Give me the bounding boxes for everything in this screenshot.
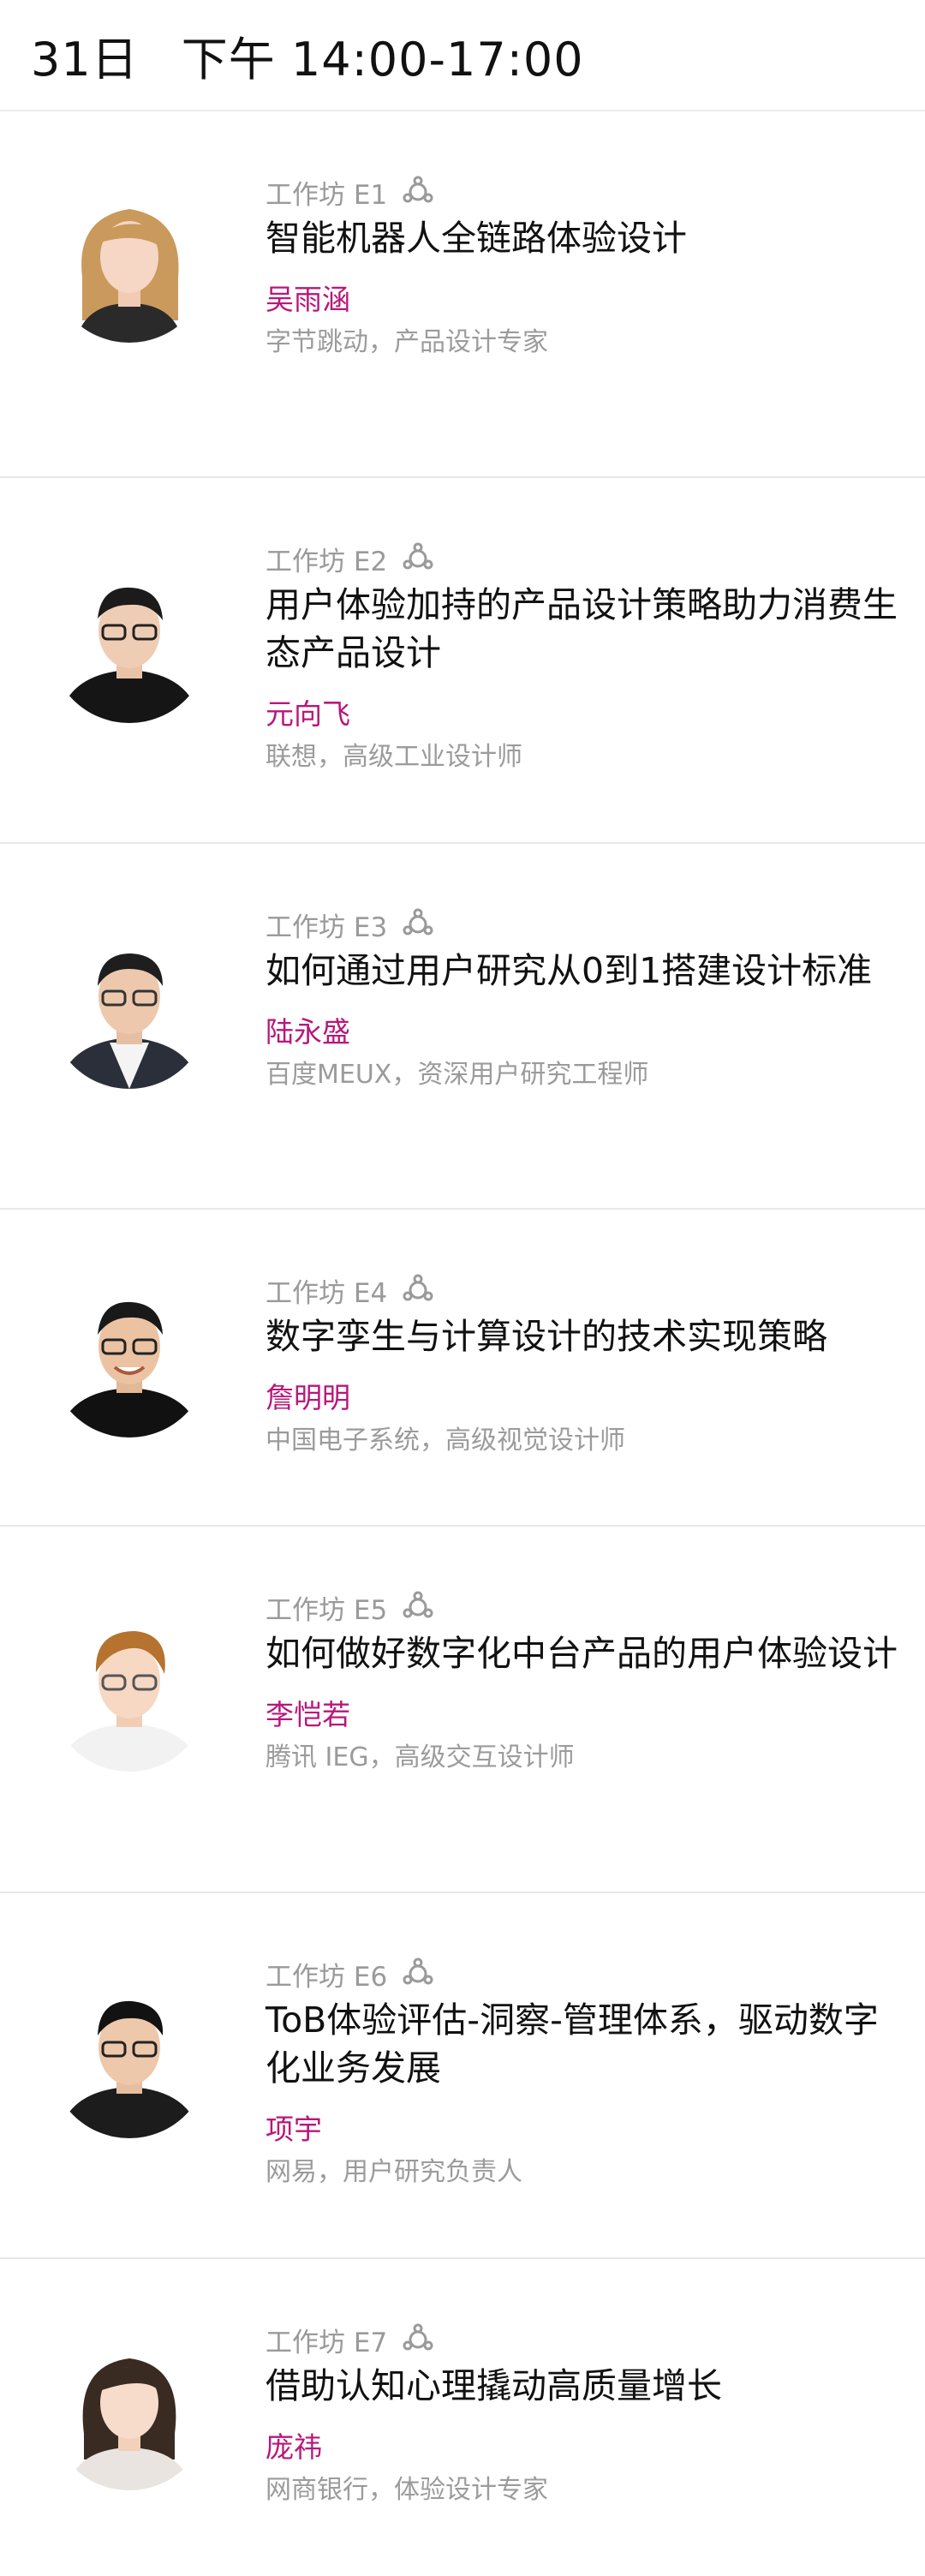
avatar [50, 929, 209, 1089]
session-tag: 工作坊 E7 [266, 2327, 388, 2358]
speaker-org: 字节跳动，产品设计专家 [266, 327, 548, 357]
speaker-org: 中国电子系统，高级视觉设计师 [266, 1425, 625, 1455]
session-title: 智能机器人全链路体验设计 [266, 218, 687, 259]
header-day: 31日 [31, 32, 139, 87]
avatar [50, 1612, 209, 1772]
speaker-org: 网易，用户研究负责人 [266, 2157, 522, 2187]
speaker-name[interactable]: 元向飞 [266, 696, 899, 733]
session-title: 数字孪生与计算设计的技术实现策略 [266, 1316, 827, 1357]
session-title: 如何通过用户研究从0到1搭建设计标准 [266, 950, 873, 991]
avatar [50, 1278, 209, 1437]
session-tag: 工作坊 E5 [266, 1594, 388, 1626]
session-tag: 工作坊 E4 [266, 1277, 388, 1309]
speaker-name[interactable]: 陆永盛 [266, 1013, 899, 1051]
session-card[interactable]: 工作坊 E3 如何通过用户研究从0到1搭建设计标准 陆永盛 百度MEUX，资深用… [0, 844, 925, 1210]
speaker-name[interactable]: 项宇 [266, 2111, 899, 2149]
speaker-org: 联想，高级工业设计师 [266, 742, 522, 772]
session-tag: 工作坊 E1 [266, 179, 388, 211]
session-card[interactable]: 工作坊 E1 智能机器人全链路体验设计 吴雨涵 字节跳动，产品设计专家 [0, 111, 925, 478]
speaker-name[interactable]: 詹明明 [266, 1379, 899, 1417]
workshop-icon [401, 1273, 435, 1307]
session-card[interactable]: 工作坊 E7 借助认知心理撬动高质量增长 庞祎 网商银行，体验设计专家 [0, 2259, 925, 2576]
speaker-name[interactable]: 庞祎 [266, 2429, 899, 2466]
session-tag: 工作坊 E3 [266, 911, 388, 943]
avatar [50, 564, 209, 723]
session-title: 用户体验加持的产品设计策略助力消费生态产品设计 [266, 584, 898, 673]
avatar [50, 2331, 209, 2490]
speaker-name[interactable]: 吴雨涵 [266, 281, 899, 319]
speaker-org: 百度MEUX，资深用户研究工程师 [266, 1060, 649, 1090]
session-title: ToB体验评估-洞察-管理体系，驱动数字化业务发展 [266, 1999, 879, 2089]
session-title: 如何做好数字化中台产品的用户体验设计 [266, 1633, 898, 1674]
workshop-icon [401, 1957, 435, 1991]
workshop-icon [401, 907, 435, 941]
workshop-icon [401, 2322, 435, 2357]
speaker-name[interactable]: 李恺若 [266, 1696, 899, 1734]
session-card[interactable]: 工作坊 E4 数字孪生与计算设计的技术实现策略 詹明明 中国电子系统，高级视觉设… [0, 1210, 925, 1527]
session-card[interactable]: 工作坊 E5 如何做好数字化中台产品的用户体验设计 李恺若 腾讯 IEG，高级交… [0, 1527, 925, 1893]
session-title: 借助认知心理撬动高质量增长 [266, 2365, 722, 2406]
header-time: 下午 14:00-17:00 [181, 32, 584, 87]
avatar [50, 1979, 209, 2138]
session-card[interactable]: 工作坊 E6 ToB体验评估-洞察-管理体系，驱动数字化业务发展 项宇 网易，用… [0, 1893, 925, 2259]
speaker-org: 网商银行，体验设计专家 [266, 2475, 548, 2505]
speaker-org: 腾讯 IEG，高级交互设计师 [266, 1742, 575, 1772]
workshop-icon [401, 541, 435, 576]
schedule-header: 31日 下午 14:00-17:00 [0, 0, 925, 111]
session-list: 工作坊 E1 智能机器人全链路体验设计 吴雨涵 字节跳动，产品设计专家 工作坊 … [0, 111, 925, 2576]
avatar [50, 183, 209, 343]
workshop-icon [401, 1590, 435, 1624]
workshop-icon [401, 175, 435, 209]
session-tag: 工作坊 E6 [266, 1961, 388, 1993]
session-tag: 工作坊 E2 [266, 546, 388, 577]
session-card[interactable]: 工作坊 E2 用户体验加持的产品设计策略助力消费生态产品设计 元向飞 联想，高级… [0, 478, 925, 844]
